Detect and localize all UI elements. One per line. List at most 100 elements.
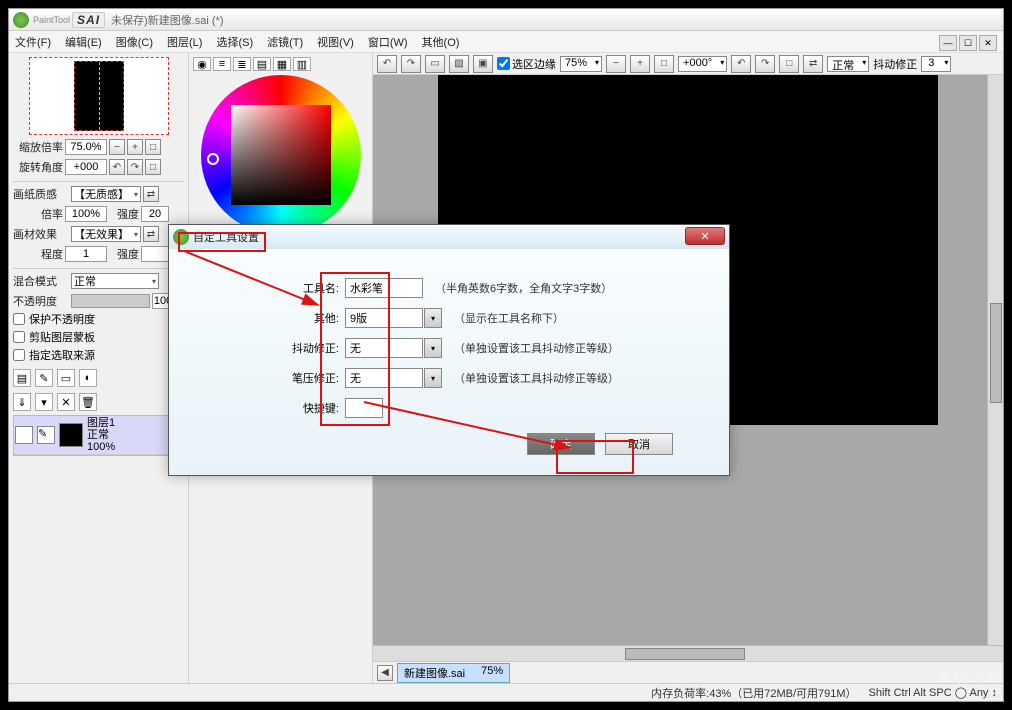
rotation-value[interactable]: +000: [65, 159, 107, 175]
other-input[interactable]: 9版: [345, 308, 423, 328]
selection-source-label: 指定选取来源: [29, 347, 95, 363]
layer-edit-icon[interactable]: ✎: [37, 426, 55, 444]
brushfx-intensity-value[interactable]: [141, 246, 169, 262]
minimize-button[interactable]: —: [939, 35, 957, 51]
zoom-minus-button[interactable]: −: [109, 139, 125, 155]
scroll-thumb[interactable]: [625, 648, 745, 660]
selection-edge-checkbox[interactable]: [497, 57, 510, 70]
selection-source-checkbox[interactable]: [13, 349, 25, 361]
menu-layer[interactable]: 图层(L): [167, 34, 202, 50]
vertical-scrollbar[interactable]: [987, 75, 1003, 645]
swatches-icon[interactable]: ▦: [273, 57, 291, 71]
invert-sel-button[interactable]: ▨: [449, 55, 469, 73]
document-tab[interactable]: 新建图像.sai 75%: [397, 663, 510, 683]
layer-row[interactable]: ✎ 图层1 正常 100%: [14, 416, 183, 455]
zoom-drop[interactable]: 75%: [560, 56, 602, 72]
paper-texture-select[interactable]: 【无质感】▾: [71, 186, 141, 202]
grayscale-icon[interactable]: ▤: [253, 57, 271, 71]
brand: SAI: [72, 12, 105, 28]
rotate-left-button[interactable]: ↶: [109, 159, 125, 175]
stabilizer-drop[interactable]: 3: [921, 56, 951, 72]
brushfx-intensity-label: 强度: [109, 246, 139, 262]
paper-zoom-value[interactable]: 100%: [65, 206, 107, 222]
clear-layer-icon[interactable]: ✕: [57, 393, 75, 411]
layer-visibility-icon[interactable]: [15, 426, 33, 444]
blend-mode-select[interactable]: 正常▾: [71, 273, 159, 289]
zoom-value[interactable]: 75.0%: [65, 139, 107, 155]
layer-text: 图层1 正常 100%: [87, 417, 115, 453]
brushfx-select[interactable]: 【无效果】▾: [71, 226, 141, 242]
opacity-slider[interactable]: [71, 294, 150, 308]
shortcut-label: 快捷键:: [279, 400, 339, 416]
brushfx-flip-button[interactable]: ⇄: [143, 226, 159, 242]
menu-file[interactable]: 文件(F): [15, 34, 51, 50]
other-dropdown-button[interactable]: ▾: [424, 308, 442, 328]
stabilizer-input[interactable]: 无: [345, 338, 423, 358]
deselect-button[interactable]: ▭: [425, 55, 445, 73]
cancel-button[interactable]: 取消: [605, 433, 673, 455]
maximize-button[interactable]: ☐: [959, 35, 977, 51]
color-wheel[interactable]: [201, 75, 361, 235]
delete-layer-icon[interactable]: 🗑: [79, 393, 97, 411]
new-mask-icon[interactable]: ◐: [79, 369, 97, 387]
new-linework-icon[interactable]: ✎: [35, 369, 53, 387]
dialog-titlebar[interactable]: 自定工具设置 ✕: [169, 225, 729, 249]
scratchpad-icon[interactable]: ▥: [293, 57, 311, 71]
flip-h-button[interactable]: ⇄: [803, 55, 823, 73]
pressure-dropdown-button[interactable]: ▾: [424, 368, 442, 388]
redo-button[interactable]: ↷: [401, 55, 421, 73]
scroll-thumb[interactable]: [990, 303, 1002, 403]
canvas-toolbar: ↶ ↷ ▭ ▨ ▣ 选区边缘 75% − + □ +000° ↶ ↷ □ ⇄ 正…: [373, 53, 1003, 75]
zoom-in-button[interactable]: +: [630, 55, 650, 73]
horizontal-scrollbar[interactable]: [373, 645, 1003, 661]
tab-prev-button[interactable]: ◀: [377, 665, 393, 681]
zoom-reset-button[interactable]: □: [145, 139, 161, 155]
ok-button[interactable]: 确定: [527, 433, 595, 455]
move-down-icon[interactable]: ▾: [35, 393, 53, 411]
hsv-sliders-icon[interactable]: ≣: [233, 57, 251, 71]
dialog-close-button[interactable]: ✕: [685, 227, 725, 245]
shortcut-input[interactable]: [345, 398, 383, 418]
tool-name-label: 工具名:: [279, 280, 339, 296]
close-button[interactable]: ✕: [979, 35, 997, 51]
rot-right-button[interactable]: ↷: [755, 55, 775, 73]
brushfx-label: 画材效果: [13, 226, 69, 242]
blend-drop[interactable]: 正常: [827, 56, 869, 72]
undo-button[interactable]: ↶: [377, 55, 397, 73]
menubar: 文件(F) 编辑(E) 图像(C) 图层(L) 选择(S) 滤镜(T) 视图(V…: [9, 31, 1003, 53]
tool-name-note: （半角英数6字数，全角文字3字数）: [435, 280, 612, 296]
rgb-sliders-icon[interactable]: ≡: [213, 57, 231, 71]
rotate-right-button[interactable]: ↷: [127, 159, 143, 175]
rot-left-button[interactable]: ↶: [731, 55, 751, 73]
menu-image[interactable]: 图像(C): [116, 34, 153, 50]
menu-edit[interactable]: 编辑(E): [65, 34, 102, 50]
stabilizer-dropdown-button[interactable]: ▾: [424, 338, 442, 358]
color-wheel-icon[interactable]: ◉: [193, 57, 211, 71]
protect-opacity-checkbox[interactable]: [13, 313, 25, 325]
angle-drop[interactable]: +000°: [678, 56, 727, 72]
rot-reset-button[interactable]: □: [779, 55, 799, 73]
navigator-thumb[interactable]: [29, 57, 169, 135]
merge-down-icon[interactable]: ⇓: [13, 393, 31, 411]
pressure-note: （单独设置该工具抖动修正等级）: [454, 370, 619, 386]
menu-select[interactable]: 选择(S): [216, 34, 253, 50]
titlebar: PaintTool SAI 未保存)新建图像.sai (*): [9, 9, 1003, 31]
menu-window[interactable]: 窗口(W): [368, 34, 408, 50]
menu-other[interactable]: 其他(O): [422, 34, 460, 50]
menu-filter[interactable]: 滤镜(T): [267, 34, 303, 50]
clipping-mask-checkbox[interactable]: [13, 331, 25, 343]
new-folder-icon[interactable]: ▭: [57, 369, 75, 387]
zoom-fit-button[interactable]: □: [654, 55, 674, 73]
paper-intensity-value[interactable]: 20: [141, 206, 169, 222]
menu-view[interactable]: 视图(V): [317, 34, 354, 50]
zoom-out-button[interactable]: −: [606, 55, 626, 73]
pressure-input[interactable]: 无: [345, 368, 423, 388]
show-sel-button[interactable]: ▣: [473, 55, 493, 73]
brushfx-degree-value[interactable]: 1: [65, 246, 107, 262]
tool-name-input[interactable]: 水彩笔: [345, 278, 423, 298]
paper-flip-button[interactable]: ⇄: [143, 186, 159, 202]
new-layer-icon[interactable]: ▤: [13, 369, 31, 387]
color-square[interactable]: [231, 105, 331, 205]
zoom-plus-button[interactable]: +: [127, 139, 143, 155]
rotate-reset-button[interactable]: □: [145, 159, 161, 175]
